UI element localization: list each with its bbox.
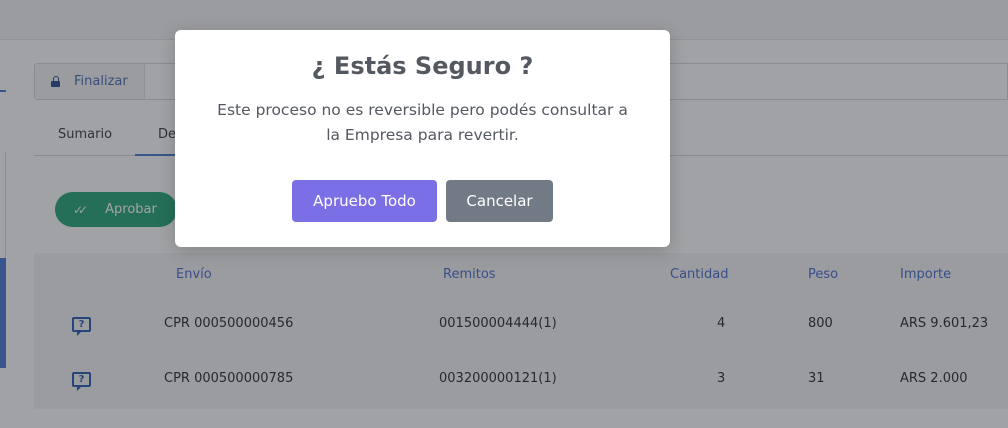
confirm-dialog: ¿ Estás Seguro ? Este proceso no es reve… xyxy=(175,30,670,247)
dialog-title: ¿ Estás Seguro ? xyxy=(311,52,534,80)
cancel-button[interactable]: Cancelar xyxy=(446,180,553,222)
dialog-message: Este proceso no es reversible pero podés… xyxy=(217,101,628,144)
approve-all-button[interactable]: Apruebo Todo xyxy=(292,180,437,222)
